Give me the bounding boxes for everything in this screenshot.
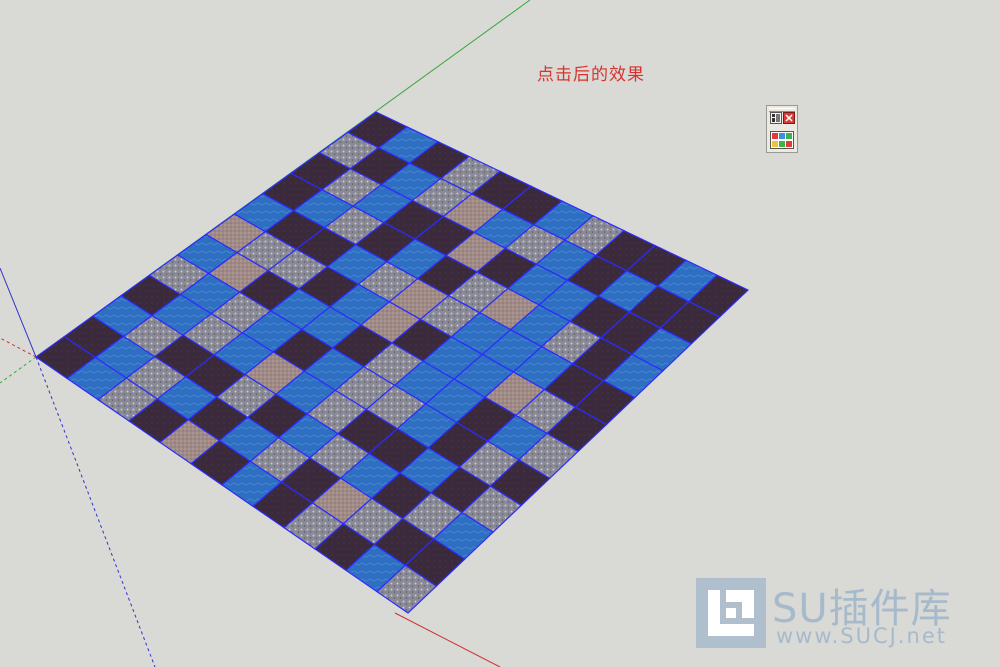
plugin-toolbar[interactable] <box>766 105 798 153</box>
tiled-floor-plane[interactable] <box>34 111 750 614</box>
watermark-logo <box>696 578 766 648</box>
watermark-url: www.SUCJ.net <box>776 624 947 648</box>
plugin-window-icon[interactable] <box>770 112 782 124</box>
close-icon[interactable] <box>783 112 795 124</box>
red-axis <box>394 612 501 667</box>
random-material-tiles-icon[interactable] <box>770 131 794 149</box>
sketchup-viewport[interactable] <box>0 0 1000 667</box>
red-axis-dashed <box>0 337 37 358</box>
blue-axis <box>0 267 37 358</box>
caption-text: 点击后的效果 <box>537 65 645 85</box>
green-axis-dashed <box>0 356 37 384</box>
su-logo-icon <box>708 590 754 636</box>
